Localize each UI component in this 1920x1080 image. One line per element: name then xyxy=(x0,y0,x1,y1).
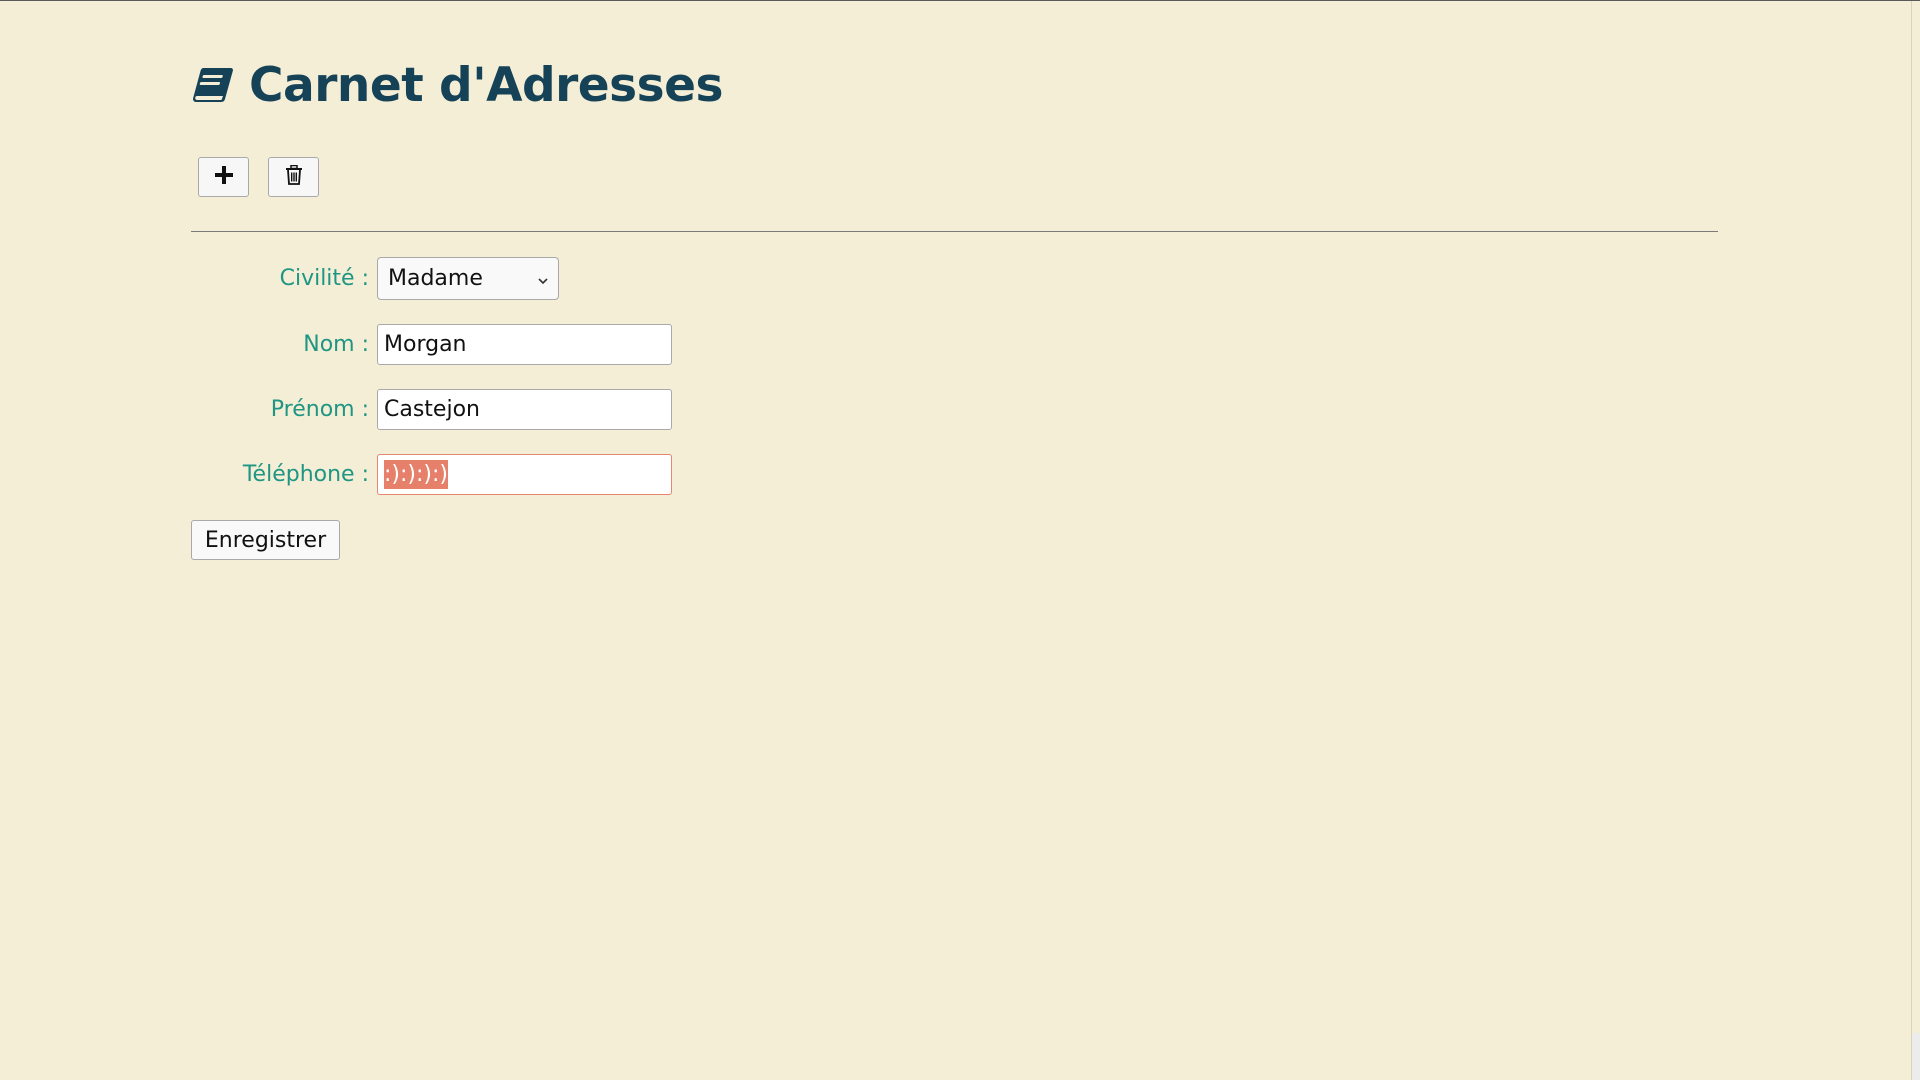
scrollbar-thumb[interactable] xyxy=(1912,1033,1920,1080)
delete-contact-button[interactable] xyxy=(268,157,319,197)
civilite-label: Civilité : xyxy=(279,266,369,291)
prenom-label: Prénom : xyxy=(270,397,369,422)
vertical-scrollbar[interactable] xyxy=(1911,1,1920,1080)
telephone-input[interactable]: :):):):) xyxy=(377,454,672,495)
nom-row: Nom : Morgan xyxy=(191,324,672,365)
nom-label: Nom : xyxy=(303,332,369,357)
toolbar xyxy=(198,157,319,197)
plus-icon xyxy=(214,165,234,189)
nom-input[interactable]: Morgan xyxy=(377,324,672,365)
page-title: Carnet d'Adresses xyxy=(249,57,723,113)
civilite-select[interactable]: Madame xyxy=(377,257,559,300)
prenom-input[interactable]: Castejon xyxy=(377,389,672,430)
prenom-row: Prénom : Castejon xyxy=(191,389,672,430)
telephone-row: Téléphone : :):):):) xyxy=(191,454,672,495)
add-contact-button[interactable] xyxy=(198,157,249,197)
book-icon xyxy=(191,63,235,107)
telephone-label: Téléphone : xyxy=(242,462,369,487)
app-viewport: Carnet d'Adresses Civilité: Madame Nom … xyxy=(0,0,1920,1080)
telephone-value: :):):):) xyxy=(384,460,448,489)
prenom-value: Castejon xyxy=(384,397,480,422)
save-button[interactable]: Enregistrer xyxy=(191,520,340,560)
nom-value: Morgan xyxy=(384,332,467,357)
civilite-row: Civilité : Madame xyxy=(191,257,559,300)
chevron-down-icon xyxy=(538,266,548,291)
header: Carnet d'Adresses xyxy=(191,53,723,117)
trash-icon xyxy=(285,164,303,189)
civilite-value: Madame xyxy=(388,266,483,291)
header-divider xyxy=(191,231,1718,232)
